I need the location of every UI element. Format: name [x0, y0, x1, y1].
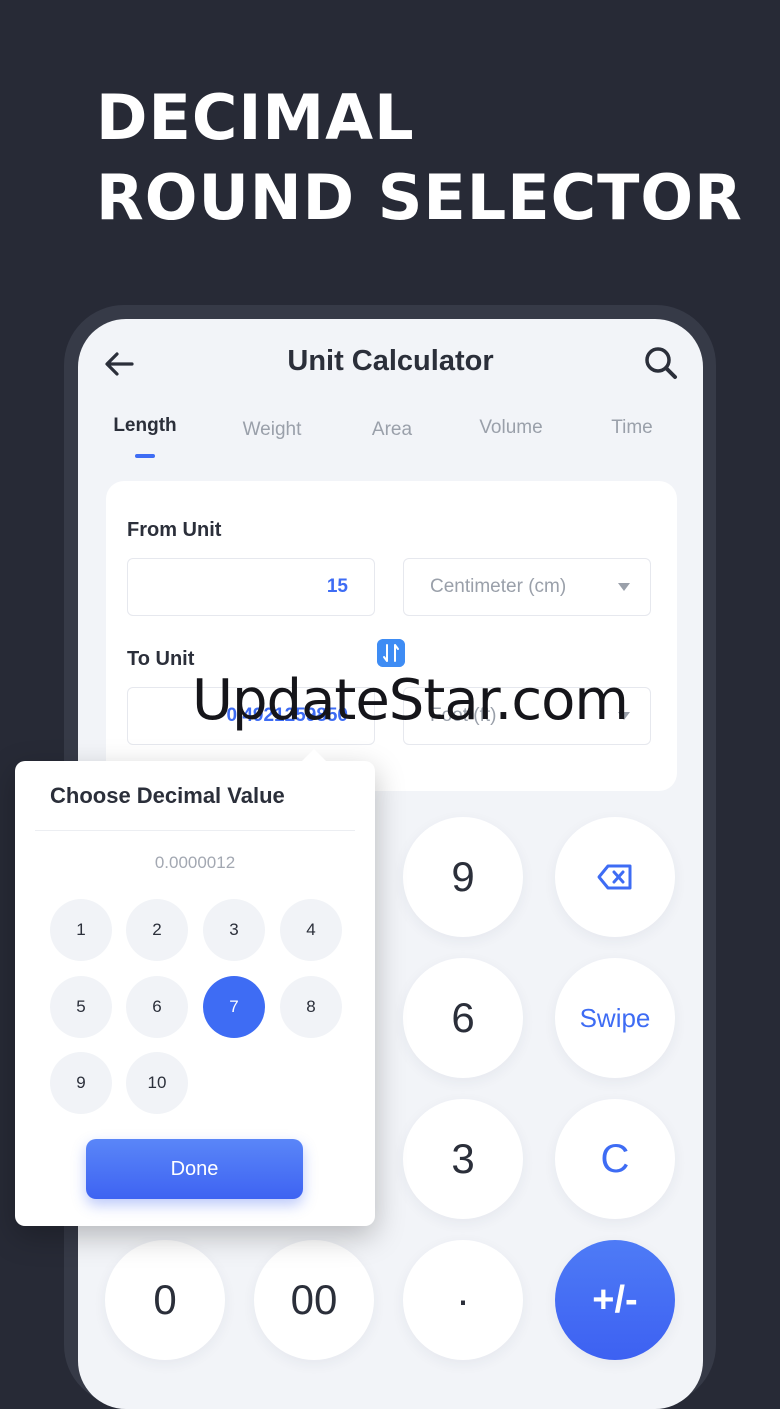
- headline-line-1: DECIMAL: [96, 81, 415, 154]
- from-value-input[interactable]: 15: [127, 558, 375, 616]
- swap-units-button[interactable]: [377, 639, 405, 667]
- to-unit-label: To Unit: [127, 648, 195, 670]
- decimal-value-popup: Choose Decimal Value 0.0000012 1 2 3 4 5…: [15, 749, 375, 1226]
- swipe-button[interactable]: Swipe: [555, 958, 675, 1078]
- decimal-option-8[interactable]: 8: [280, 976, 342, 1038]
- active-tab-indicator: [135, 454, 155, 458]
- key-0[interactable]: 0: [105, 1240, 225, 1360]
- chevron-down-icon: [618, 583, 630, 591]
- key-decimal-point[interactable]: ·: [403, 1240, 523, 1360]
- decimal-option-5[interactable]: 5: [50, 976, 112, 1038]
- tab-weight[interactable]: Weight: [217, 419, 327, 441]
- from-unit-label: From Unit: [127, 519, 222, 541]
- key-6[interactable]: 6: [403, 958, 523, 1078]
- search-icon[interactable]: [643, 345, 679, 381]
- app-header: Unit Calculator: [78, 319, 703, 409]
- key-3[interactable]: 3: [403, 1099, 523, 1219]
- converter-card: From Unit 15 Centimeter (cm) To Unit 0.4…: [106, 481, 677, 791]
- app-title: Unit Calculator: [287, 345, 494, 377]
- done-button[interactable]: Done: [86, 1139, 303, 1199]
- decimal-option-2[interactable]: 2: [126, 899, 188, 961]
- decimal-option-9[interactable]: 9: [50, 1052, 112, 1114]
- decimal-preview: 0.0000012: [154, 853, 236, 872]
- popup-title: Choose Decimal Value: [50, 783, 285, 808]
- watermark-text: UpdateStar.com: [192, 668, 629, 733]
- from-unit-selected: Centimeter (cm): [430, 576, 567, 597]
- key-9[interactable]: 9: [403, 817, 523, 937]
- key-00[interactable]: 00: [254, 1240, 374, 1360]
- clear-button[interactable]: C: [555, 1099, 675, 1219]
- decimal-option-6[interactable]: 6: [126, 976, 188, 1038]
- decimal-option-3[interactable]: 3: [203, 899, 265, 961]
- backspace-button[interactable]: [555, 817, 675, 937]
- popup-divider: [35, 830, 355, 831]
- decimal-option-7-selected[interactable]: 7: [203, 976, 265, 1038]
- from-value: 15: [326, 576, 348, 597]
- tab-time[interactable]: Time: [577, 417, 687, 439]
- tab-volume[interactable]: Volume: [456, 417, 566, 439]
- headline-line-2: ROUND SELECTOR: [96, 161, 743, 234]
- from-unit-select[interactable]: Centimeter (cm): [403, 558, 651, 616]
- backspace-icon: [597, 864, 632, 890]
- decimal-option-4[interactable]: 4: [280, 899, 342, 961]
- popup-pointer: [302, 749, 326, 761]
- tab-length[interactable]: Length: [90, 415, 200, 437]
- promo-headline: DECIMAL ROUND SELECTOR: [96, 78, 756, 238]
- decimal-option-10[interactable]: 10: [126, 1052, 188, 1114]
- category-tabs: Length Weight Area Volume Time: [78, 415, 703, 465]
- decimal-option-1[interactable]: 1: [50, 899, 112, 961]
- tab-area[interactable]: Area: [337, 419, 447, 441]
- plus-minus-button[interactable]: +/-: [555, 1240, 675, 1360]
